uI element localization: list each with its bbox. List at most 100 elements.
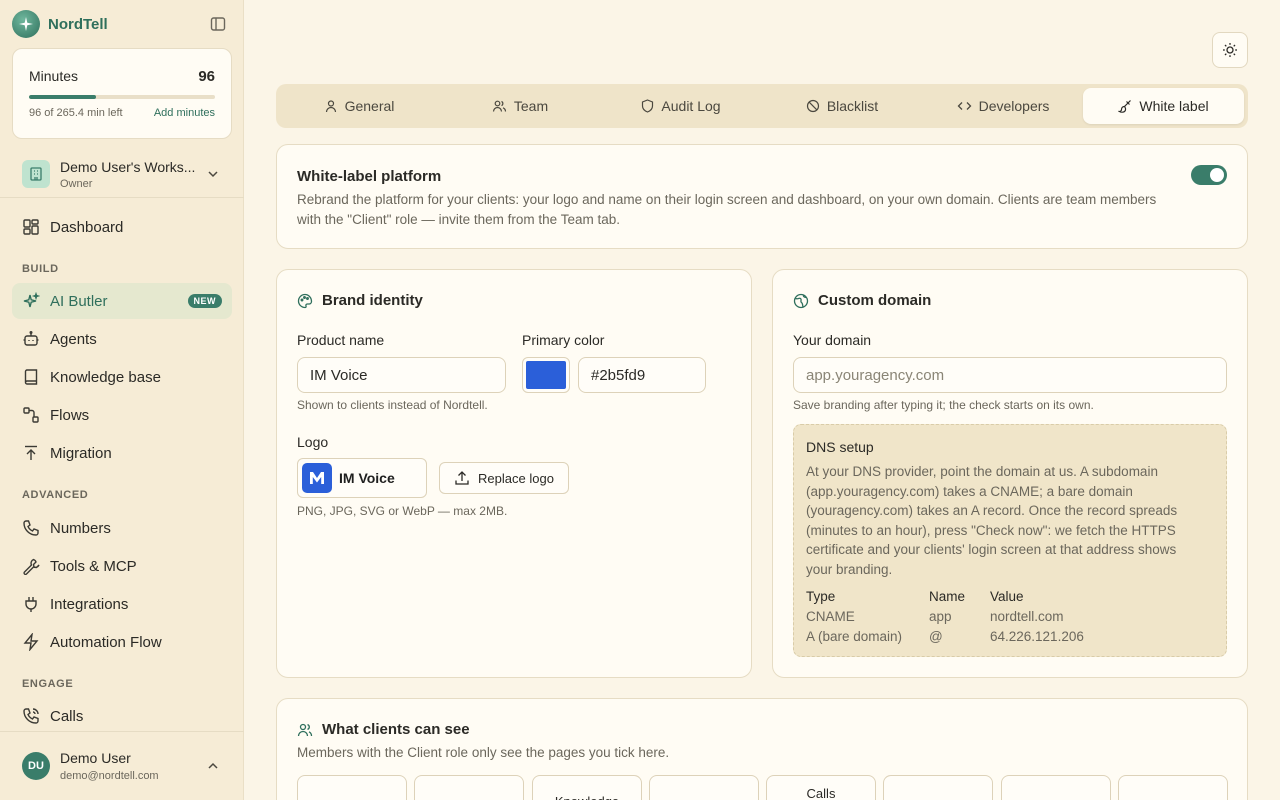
tab-label: Audit Log xyxy=(661,98,721,114)
sidebar-item-integrations[interactable]: Integrations xyxy=(12,586,232,622)
tab-label: Blacklist xyxy=(826,98,879,114)
table-header: Name xyxy=(929,589,966,604)
minutes-progress-fill xyxy=(29,95,97,99)
page-visibility-tile[interactable] xyxy=(297,775,407,800)
avatar: DU xyxy=(22,752,50,780)
product-name-input[interactable]: IM Voice xyxy=(297,357,506,393)
globe-icon xyxy=(793,293,809,309)
tab-label: General xyxy=(344,98,395,114)
minutes-title: Minutes xyxy=(29,68,79,84)
workspace-role: Owner xyxy=(60,177,93,190)
tab-general[interactable]: General xyxy=(280,88,438,124)
workspace-name: Demo User's Works... xyxy=(60,158,196,175)
sidebar-item-migration[interactable]: Migration xyxy=(12,435,232,471)
user-icon xyxy=(325,100,336,113)
tab-team[interactable]: Team xyxy=(441,88,599,124)
sidebar-item-calls[interactable]: Calls xyxy=(12,698,232,734)
building-icon xyxy=(22,160,50,188)
nav-section-engage: ENGAGE xyxy=(22,678,74,690)
page-visibility-tile[interactable]: Knowledge xyxy=(532,775,642,800)
primary-color-label: Primary color xyxy=(522,332,605,348)
page-visibility-tile[interactable] xyxy=(883,775,993,800)
table-row: A (bare domain) @ 64.226.121.206 xyxy=(806,627,1084,647)
domain-hint: Save branding after typing it; the check… xyxy=(793,398,1094,412)
table-header: Value xyxy=(990,589,1024,604)
sidebar-toggle-icon[interactable] xyxy=(209,15,227,33)
ban-icon xyxy=(806,99,819,113)
dns-setup-box: DNS setup At your DNS provider, point th… xyxy=(793,424,1227,657)
add-minutes-link[interactable]: Add minutes xyxy=(154,107,215,119)
sidebar-item-label: Tools & MCP xyxy=(50,557,137,575)
minutes-left-text: 96 of 265.4 min left xyxy=(29,107,123,119)
brand-identity-card: Brand identity Product name IM Voice Sho… xyxy=(276,269,752,678)
logo-preview: IM Voice xyxy=(297,458,427,498)
table-cell: app xyxy=(929,609,952,624)
sidebar-item-agents[interactable]: Agents xyxy=(12,321,232,357)
white-label-title: White-label platform xyxy=(297,168,442,185)
user-menu[interactable]: DU Demo User demo@nordtell.com xyxy=(12,744,232,788)
brush-icon xyxy=(1118,100,1132,113)
tab-label: Developers xyxy=(978,98,1050,114)
page-visibility-tile[interactable]: Calls xyxy=(766,775,876,800)
table-cell: CNAME xyxy=(806,609,855,624)
sidebar-item-flows[interactable]: Flows xyxy=(12,397,232,433)
workspace-switcher[interactable]: Demo User's Works... Owner xyxy=(12,152,232,196)
tab-blacklist[interactable]: Blacklist xyxy=(763,88,921,124)
color-swatch-picker[interactable] xyxy=(522,357,570,393)
table-cell: @ xyxy=(929,629,943,644)
custom-domain-card: Custom domain Your domain app.youragency… xyxy=(772,269,1248,678)
sidebar-divider xyxy=(0,731,244,732)
replace-logo-button[interactable]: Replace logo xyxy=(439,462,569,494)
upload-arrow-icon xyxy=(25,445,37,460)
sidebar-item-label: Integrations xyxy=(50,595,129,613)
sidebar-item-numbers[interactable]: Numbers xyxy=(12,510,232,546)
page-visibility-tile[interactable] xyxy=(1118,775,1228,800)
lightning-icon xyxy=(23,633,39,651)
dns-records-table: Type Name Value CNAME app nordtell.com A… xyxy=(806,587,1084,647)
brand[interactable]: NordTell xyxy=(12,10,108,38)
tab-label: Team xyxy=(513,98,549,114)
sidebar-item-label: Numbers xyxy=(50,519,111,537)
white-label-toggle[interactable] xyxy=(1191,165,1227,185)
dns-setup-description: At your DNS provider, point the domain a… xyxy=(806,464,1178,577)
user-name: Demo User xyxy=(60,750,131,766)
domain-input[interactable]: app.youragency.com xyxy=(793,357,1227,393)
tab-audit-log[interactable]: Audit Log xyxy=(602,88,760,124)
palette-icon xyxy=(297,293,313,309)
code-icon xyxy=(957,102,971,110)
sidebar-item-tools-mcp[interactable]: Tools & MCP xyxy=(12,548,232,584)
sidebar-item-knowledge-base[interactable]: Knowledge base xyxy=(12,359,232,395)
logo-label: Logo xyxy=(297,434,329,450)
replace-logo-label: Replace logo xyxy=(478,470,554,486)
sidebar-item-label: Automation Flow xyxy=(50,633,162,651)
users-icon xyxy=(492,100,506,112)
tab-developers[interactable]: Developers xyxy=(924,88,1082,124)
dns-setup-title: DNS setup xyxy=(806,439,874,455)
sidebar-item-label: Flows xyxy=(50,406,90,424)
sidebar-item-dashboard[interactable]: Dashboard xyxy=(12,209,232,245)
primary-color-input[interactable]: #2b5fd9 xyxy=(578,357,706,393)
tab-white-label[interactable]: White label xyxy=(1083,88,1244,124)
phone-icon xyxy=(23,520,39,536)
sidebar-item-label: Knowledge base xyxy=(50,368,161,386)
minutes-progress-bar xyxy=(29,95,215,99)
tab-label: White label xyxy=(1139,98,1209,114)
logo-hint: PNG, JPG, SVG or WebP — max 2MB. xyxy=(297,504,508,518)
table-cell: A (bare domain) xyxy=(806,629,903,644)
sparkles-icon xyxy=(23,292,40,308)
table-header-row: Type Name Value xyxy=(806,587,1084,607)
page-visibility-tile[interactable] xyxy=(414,775,524,800)
nav-section-build: BUILD xyxy=(22,263,59,275)
table-header: Type xyxy=(806,589,836,604)
page-visibility-tile[interactable] xyxy=(1001,775,1111,800)
sidebar-item-ai-butler[interactable]: AI Butler NEW xyxy=(12,283,232,319)
page-visibility-tile[interactable] xyxy=(649,775,759,800)
chevron-down-icon xyxy=(206,167,220,181)
table-cell: 64.226.121.206 xyxy=(990,629,1084,644)
plug-icon xyxy=(25,597,37,612)
brand-identity-title: Brand identity xyxy=(322,292,423,309)
theme-toggle-button[interactable] xyxy=(1212,32,1248,68)
brand-name: NordTell xyxy=(48,15,108,33)
sidebar-item-automation-flow[interactable]: Automation Flow xyxy=(12,624,232,660)
minutes-value: 96 xyxy=(198,68,215,85)
